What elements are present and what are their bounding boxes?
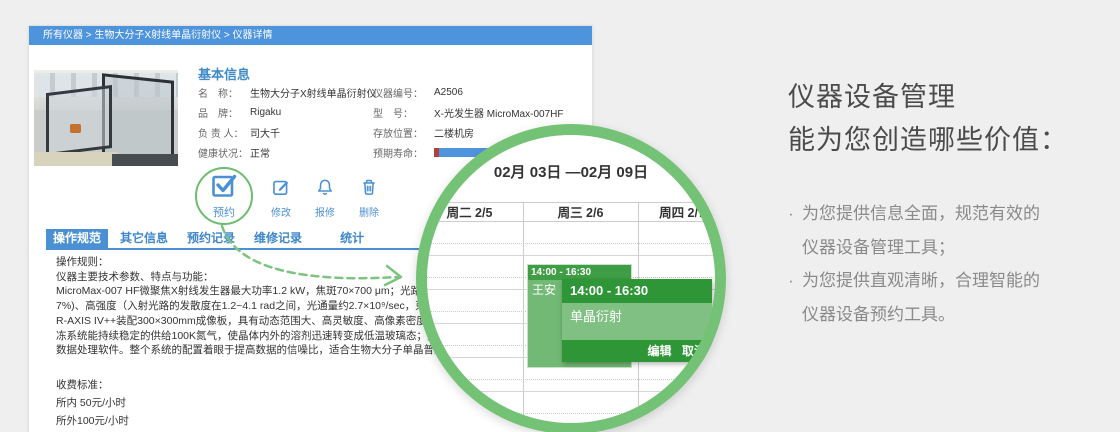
field-label-location: 存放位置： [373, 128, 423, 140]
page: 所有仪器 > 生物大分子X射线单晶衍射仪 > 仪器详情 基本信息 名 称： 生物… [0, 0, 1120, 432]
repair-report-button[interactable]: 报修 [307, 178, 343, 219]
popup-action-bar: 编辑 取消 [562, 340, 712, 362]
marketing-bullet-2: · 为您提供直观清晰，合理智能的 仪器设备预约工具。 [788, 264, 1118, 331]
calendar-gridline [416, 379, 726, 380]
field-value-model: X-光发生器 MicroMax-007HF [434, 108, 564, 120]
calendar-gridline [416, 391, 726, 392]
field-label-manager: 负 责 人： [198, 128, 244, 140]
calendar-magnifier: 02月 03日 —02月 09日 周二 2/5 周三 2/6 周四 2/7 14… [416, 124, 726, 432]
calendar-gridline [416, 243, 726, 244]
photo-base [111, 154, 178, 166]
field-label-health: 健康状况： [198, 148, 248, 160]
basic-info-title: 基本信息 [198, 67, 251, 82]
popup-edit-button[interactable]: 编辑 [648, 344, 672, 358]
field-value-health: 正常 [250, 148, 270, 160]
delete-button[interactable]: 删除 [351, 178, 387, 219]
field-value-manager: 司大千 [250, 128, 280, 140]
photo-bench [34, 151, 118, 166]
popup-subject-label: 单晶衍射 [562, 303, 712, 340]
calendar-day-header-row: 周二 2/5 周三 2/6 周四 2/7 [416, 202, 726, 222]
calendar-gridline [416, 413, 726, 414]
marketing-column: 仪器设备管理 能为您创造哪些价值： · 为您提供信息全面，规范有效的 仪器设备管… [788, 76, 1118, 331]
field-label-lifetime: 预期寿命： [373, 148, 423, 160]
calendar-gridline [416, 255, 726, 256]
bullet-1-line-2: 仪器设备管理工具； [802, 237, 955, 257]
edit-button[interactable]: 修改 [263, 178, 299, 219]
photo-glass-cabinet-left [45, 85, 112, 157]
field-label-serial: 仪器编号： [373, 88, 423, 100]
fee-standard-text: 收费标准： 所内 50元/小时 所外100元/小时 [56, 376, 129, 430]
edit-pencil-icon [272, 178, 290, 201]
marketing-bullet-1: · 为您提供信息全面，规范有效的 仪器设备管理工具； [788, 197, 1118, 264]
trash-icon [360, 178, 378, 201]
photo-orange-detail [70, 123, 81, 133]
check-square-icon [211, 172, 237, 203]
bullet-1-line-1: 为您提供信息全面，规范有效的 [802, 204, 1040, 223]
calendar-column-divider [523, 202, 524, 432]
popup-cancel-button[interactable]: 取消 [682, 344, 706, 358]
bullet-2-line-2: 仪器设备预约工具。 [802, 304, 955, 324]
bullet-dot: · [788, 271, 794, 290]
marketing-heading-line1: 仪器设备管理 [788, 82, 956, 112]
fee-line: 收费标准： [56, 379, 109, 391]
photo-glass-cabinet-right [101, 72, 174, 164]
tab-other-info[interactable]: 其它信息 [113, 229, 175, 248]
fee-line: 所内 50元/小时 [56, 397, 127, 409]
marketing-bullet-list: · 为您提供信息全面，规范有效的 仪器设备管理工具； · 为您提供直观清晰，合理… [788, 197, 1118, 331]
field-label-name: 名 称： [198, 88, 238, 100]
dashed-arrow [220, 224, 403, 287]
bullet-dot: · [788, 204, 794, 223]
bell-icon [316, 178, 334, 201]
equipment-photo [34, 70, 178, 166]
day-header-wednesday: 周三 2/6 [557, 206, 604, 220]
calendar-week-range: 02月 03日 —02月 09日 [493, 164, 649, 181]
calendar-gridline [416, 425, 726, 426]
field-label-brand: 品 牌： [198, 108, 238, 120]
day-header-tuesday: 周二 2/5 [446, 206, 493, 220]
marketing-heading-line2: 能为您创造哪些价值： [788, 125, 1068, 155]
bullet-2-line-1: 为您提供直观清晰，合理智能的 [802, 271, 1040, 290]
tab-operation-standard[interactable]: 操作规范 [46, 229, 109, 248]
field-value-brand: Rigaku [250, 106, 282, 118]
day-header-thursday: 周四 2/7 [659, 206, 705, 220]
field-value-serial: A2506 [434, 86, 463, 98]
event-time-label: 14:00 - 16:30 [528, 265, 631, 280]
fee-line: 所外100元/小时 [56, 415, 129, 427]
field-label-model: 型 号： [373, 108, 413, 120]
breadcrumb[interactable]: 所有仪器 > 生物大分子X射线单晶衍射仪 > 仪器详情 [29, 26, 592, 45]
reservation-popup: 14:00 - 16:30 单晶衍射 编辑 取消 [562, 279, 712, 362]
popup-time-label: 14:00 - 16:30 [562, 279, 712, 303]
field-value-name: 生物大分子X射线单晶衍射仪 [250, 88, 377, 100]
